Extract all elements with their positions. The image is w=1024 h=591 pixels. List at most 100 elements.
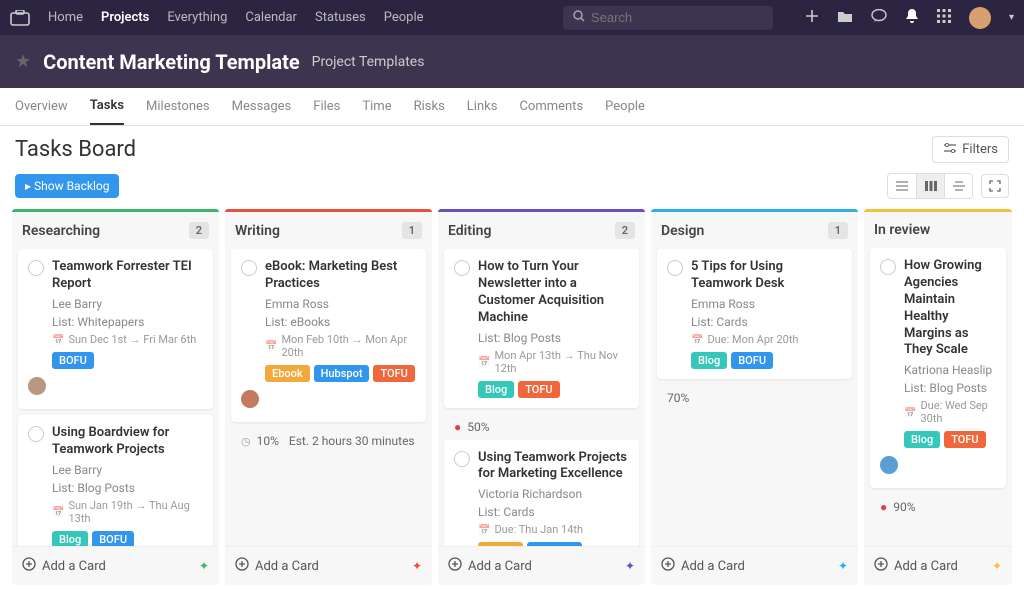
nav-home[interactable]: Home <box>48 10 83 25</box>
chat-icon[interactable] <box>871 9 887 27</box>
tag[interactable]: Blog <box>904 431 940 448</box>
tag[interactable]: Ebook <box>265 365 310 382</box>
complete-checkbox[interactable] <box>454 451 470 467</box>
tab-tasks[interactable]: Tasks <box>90 88 124 125</box>
complete-checkbox[interactable] <box>667 260 683 276</box>
card-date: Mon Feb 10th → Mon Apr 20th <box>265 333 416 359</box>
complete-checkbox[interactable] <box>28 260 44 276</box>
tag[interactable]: BOFU <box>92 531 134 546</box>
column-body: How to Turn Your Newsletter into a Custo… <box>438 249 645 546</box>
card-title: Using Boardview for Teamwork Projects <box>52 425 203 459</box>
tab-people[interactable]: People <box>605 88 645 125</box>
plus-icon[interactable] <box>805 9 819 27</box>
search-input[interactable] <box>591 10 763 25</box>
tab-messages[interactable]: Messages <box>232 88 292 125</box>
tab-overview[interactable]: Overview <box>15 88 68 125</box>
filters-button[interactable]: Filters <box>932 136 1009 163</box>
task-card[interactable]: Teamwork Forrester TEI ReportLee BarryLi… <box>18 249 213 409</box>
assignee-avatar[interactable] <box>241 390 259 408</box>
trigger-icon[interactable]: ✦ <box>625 559 635 573</box>
add-card-button[interactable]: Add a Card✦ <box>225 546 432 585</box>
column-summary: ●90% <box>870 494 1006 520</box>
add-card-button[interactable]: Add a Card ✦ <box>12 546 219 585</box>
trigger-icon[interactable]: ✦ <box>412 559 422 573</box>
column-count: 1 <box>828 222 848 239</box>
star-icon[interactable]: ★ <box>15 51 31 72</box>
trigger-icon[interactable]: ✦ <box>838 559 848 573</box>
tag[interactable]: BOFU <box>731 352 773 369</box>
trigger-icon[interactable]: ✦ <box>199 559 209 573</box>
column-body: How Growing Agencies Maintain Healthy Ma… <box>864 248 1012 546</box>
complete-checkbox[interactable] <box>28 426 44 442</box>
column-header[interactable]: Researching 2 <box>12 212 219 249</box>
tag[interactable]: Blog <box>691 352 727 369</box>
project-bar: ★ Content Marketing Template Project Tem… <box>0 35 1024 88</box>
tag[interactable]: Blog <box>52 531 88 546</box>
grid-icon[interactable] <box>937 9 951 27</box>
project-tabs: Overview Tasks Milestones Messages Files… <box>0 88 1024 126</box>
add-card-button[interactable]: Add a Card✦ <box>438 546 645 585</box>
card-date: Sun Jan 19th → Thu Aug 13th <box>52 499 203 525</box>
tab-files[interactable]: Files <box>313 88 340 125</box>
add-card-button[interactable]: Add a Card✦ <box>864 546 1012 585</box>
task-card[interactable]: eBook: Marketing Best PracticesEmma Ross… <box>231 249 426 422</box>
search-icon <box>573 10 585 26</box>
tab-milestones[interactable]: Milestones <box>146 88 210 125</box>
view-list-icon[interactable] <box>888 174 916 198</box>
trigger-icon[interactable]: ✦ <box>992 559 1002 573</box>
column-header[interactable]: Editing2 <box>438 212 645 249</box>
tab-links[interactable]: Links <box>467 88 498 125</box>
task-card[interactable]: How Growing Agencies Maintain Healthy Ma… <box>870 248 1006 488</box>
complete-checkbox[interactable] <box>880 259 896 275</box>
bell-icon[interactable] <box>905 8 919 28</box>
assignee-avatar[interactable] <box>880 456 898 474</box>
tag[interactable]: Blog <box>478 381 514 398</box>
column-header[interactable]: In review <box>864 212 1012 248</box>
tab-comments[interactable]: Comments <box>519 88 583 125</box>
tab-risks[interactable]: Risks <box>414 88 445 125</box>
column: Researching 2 Teamwork Forrester TEI Repor… <box>12 209 219 585</box>
show-backlog-button[interactable]: ▸ Show Backlog <box>15 174 119 198</box>
card-date: Due: Thu Jan 14th <box>478 523 629 536</box>
logo-icon[interactable] <box>10 10 30 26</box>
complete-checkbox[interactable] <box>241 260 257 276</box>
card-title: eBook: Marketing Best Practices <box>265 259 416 293</box>
nav-statuses[interactable]: Statuses <box>315 10 366 25</box>
task-card[interactable]: How to Turn Your Newsletter into a Custo… <box>444 249 639 408</box>
tag[interactable]: BOFU <box>52 352 94 369</box>
board-toolbar: ▸ Show Backlog <box>0 167 1024 209</box>
calendar-icon <box>904 406 916 419</box>
task-card[interactable]: Using Teamwork Projects for Marketing Ex… <box>444 440 639 546</box>
board-header: Tasks Board Filters <box>0 126 1024 167</box>
folder-icon[interactable] <box>837 9 853 27</box>
calendar-icon <box>691 333 703 346</box>
add-card-button[interactable]: Add a Card ✦ <box>651 546 858 585</box>
complete-checkbox[interactable] <box>454 260 470 276</box>
add-card-label: Add a Card <box>42 559 106 574</box>
nav-projects[interactable]: Projects <box>101 10 149 25</box>
nav-everything[interactable]: Everything <box>167 10 227 25</box>
assignee-avatar[interactable] <box>28 377 46 395</box>
view-compact-icon[interactable] <box>944 174 972 198</box>
filters-label: Filters <box>962 142 998 157</box>
task-card[interactable]: Using Boardview for Teamwork ProjectsLee… <box>18 415 213 546</box>
nav-people[interactable]: People <box>384 10 424 25</box>
expand-button[interactable] <box>981 174 1009 198</box>
tag[interactable]: TOFU <box>944 431 985 448</box>
column-name: Researching <box>22 223 100 239</box>
column-header[interactable]: Writing1 <box>225 212 432 249</box>
tag[interactable]: TOFU <box>518 381 559 398</box>
nav-calendar[interactable]: Calendar <box>245 10 297 25</box>
column-header[interactable]: Design1 <box>651 212 858 249</box>
card-title: 5 Tips for Using Teamwork Desk <box>691 259 842 293</box>
chevron-down-icon[interactable]: ▾ <box>1009 12 1014 23</box>
tag[interactable]: TOFU <box>373 365 414 382</box>
add-card-label: Add a Card <box>681 559 745 574</box>
tag[interactable]: Hubspot <box>314 365 370 382</box>
avatar[interactable] <box>969 7 991 29</box>
tab-time[interactable]: Time <box>362 88 391 125</box>
view-board-icon[interactable] <box>916 174 944 198</box>
search-box[interactable] <box>563 6 773 30</box>
task-card[interactable]: 5 Tips for Using Teamwork DeskEmma RossL… <box>657 249 852 379</box>
column-count: 2 <box>189 222 209 239</box>
